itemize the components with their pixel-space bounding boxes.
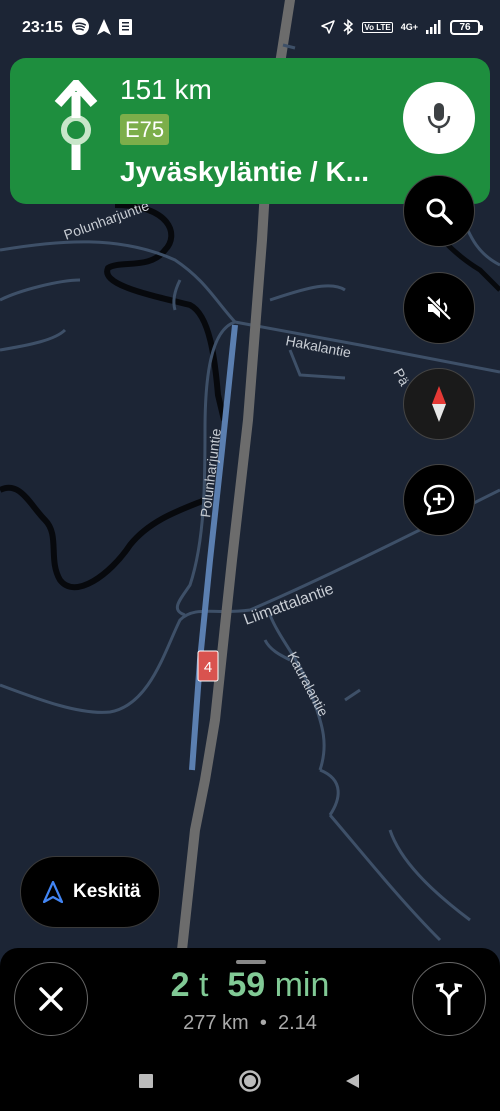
roundabout-straight-icon: [54, 80, 98, 170]
search-icon: [426, 198, 453, 225]
arrival-time: 2.14: [277, 1012, 317, 1034]
battery-indicator: 76: [450, 19, 483, 35]
recenter-button[interactable]: Keskitä: [20, 856, 160, 928]
eta-minutes-unit: min: [274, 966, 330, 1004]
search-along-route-button[interactable]: [403, 175, 475, 247]
back-button[interactable]: [344, 1073, 360, 1089]
route-marker-label: 4: [204, 659, 212, 676]
bluetooth-icon: [343, 19, 354, 35]
microphone-icon: [427, 103, 451, 133]
compass-button[interactable]: [403, 368, 475, 440]
mute-button[interactable]: [403, 272, 475, 344]
eta-hours: 2: [170, 966, 190, 1004]
trip-separator: •: [259, 1012, 267, 1034]
trip-distance: 277 km: [183, 1012, 249, 1034]
navigation-arrow-icon: [97, 18, 111, 35]
eta-hours-unit: t: [198, 966, 209, 1004]
system-navigation-bar: [0, 1050, 500, 1111]
signal-icon: [426, 20, 441, 34]
street-name: Jyväskyläntie / K...: [120, 156, 370, 187]
fork-route-icon: [435, 983, 463, 1015]
status-bar: 23:15 Vo LTE 4G+ 76: [0, 0, 500, 58]
add-report-icon: [423, 484, 455, 516]
sheet-drag-handle[interactable]: [236, 960, 266, 964]
maneuver-distance: 151 km: [120, 74, 212, 105]
document-icon: [119, 18, 132, 35]
eta-minutes: 59: [227, 966, 266, 1004]
alternate-routes-button[interactable]: [412, 962, 486, 1036]
recenter-label: Keskitä: [73, 881, 141, 902]
add-report-button[interactable]: [403, 464, 475, 536]
recents-button[interactable]: [138, 1073, 154, 1089]
voice-search-button[interactable]: [403, 82, 475, 154]
mute-icon: [425, 294, 453, 322]
location-icon: [321, 20, 336, 34]
compass-icon: [432, 386, 446, 422]
home-button[interactable]: [238, 1069, 262, 1093]
network-type: 4G+: [400, 21, 418, 32]
spotify-icon: [72, 18, 89, 35]
status-time: 23:15: [22, 19, 63, 36]
navigation-arrow-icon: [43, 881, 63, 903]
volte-icon: Vo LTE: [362, 21, 393, 33]
road-number-badge: E75: [120, 114, 170, 145]
